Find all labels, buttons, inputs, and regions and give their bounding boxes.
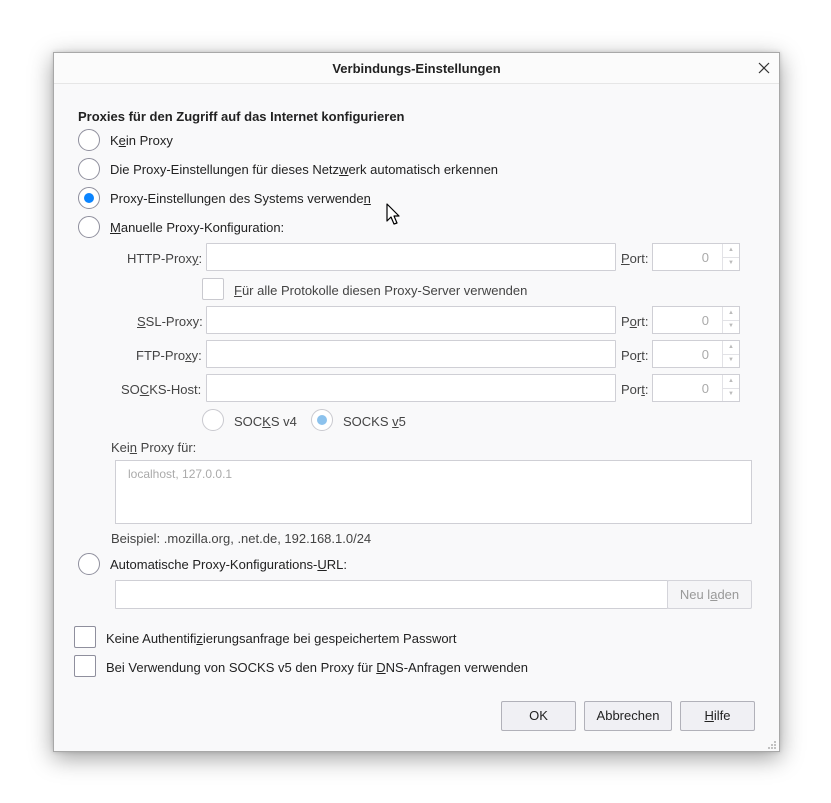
ssl-proxy-input[interactable] — [206, 306, 616, 334]
spin-down-icon[interactable]: ▼ — [723, 257, 739, 270]
auto-config-url-label[interactable]: Automatische Proxy-Konfigurations-URL: — [110, 557, 347, 572]
system-proxy-radio[interactable] — [78, 187, 100, 209]
socks-port-spinner[interactable]: ▲ ▼ — [722, 375, 739, 401]
http-port-label: Port: — [621, 251, 649, 266]
close-icon[interactable] — [755, 59, 773, 77]
ftp-proxy-label: FTP-Proxy: — [136, 348, 202, 363]
socks-host-label: SOCKS-Host: — [121, 382, 202, 397]
socks-port-value: 0 — [701, 381, 709, 396]
no-proxy-radio[interactable] — [78, 129, 100, 151]
spin-up-icon[interactable]: ▲ — [723, 244, 739, 258]
no-auth-prompt-label[interactable]: Keine Authentifizierungsanfrage bei gesp… — [106, 631, 457, 646]
auto-config-url-radio[interactable] — [78, 553, 100, 575]
connection-settings-dialog: Verbindungs-Einstellungen Proxies für de… — [53, 52, 780, 752]
auto-detect-radio[interactable] — [78, 158, 100, 180]
ftp-port-input[interactable]: 0 ▲ ▼ — [652, 340, 740, 368]
ssl-proxy-label: SSL-Proxy: — [137, 314, 203, 329]
socks-port-label: Port: — [621, 382, 649, 397]
no-proxy-for-textarea[interactable]: localhost, 127.0.0.1 — [115, 460, 752, 524]
manual-proxy-label[interactable]: Manuelle Proxy-Konfiguration: — [110, 220, 284, 235]
ftp-proxy-input[interactable] — [206, 340, 616, 368]
spin-up-icon[interactable]: ▲ — [723, 307, 739, 321]
ftp-port-label: Port: — [621, 348, 649, 363]
help-button[interactable]: Hilfe — [680, 701, 755, 731]
no-proxy-label[interactable]: Kein Proxy — [110, 133, 173, 148]
auto-config-url-input[interactable] — [115, 580, 668, 609]
http-proxy-label: HTTP-Proxy: — [127, 251, 203, 266]
spin-up-icon[interactable]: ▲ — [723, 375, 739, 389]
ssl-port-value: 0 — [701, 313, 709, 328]
ssl-port-spinner[interactable]: ▲ ▼ — [722, 307, 739, 333]
spin-down-icon[interactable]: ▼ — [723, 354, 739, 367]
mouse-pointer-icon — [386, 203, 400, 225]
auto-detect-label[interactable]: Die Proxy-Einstellungen für dieses Netzw… — [110, 162, 498, 177]
no-proxy-example: Beispiel: .mozilla.org, .net.de, 192.168… — [111, 531, 372, 546]
reload-button[interactable]: Neu laden — [667, 580, 752, 609]
socks-v4-label[interactable]: SOCKS v4 — [234, 414, 297, 429]
ftp-port-value: 0 — [701, 347, 709, 362]
no-proxy-for-label: Kein Proxy für: — [111, 440, 197, 455]
system-proxy-label[interactable]: Proxy-Einstellungen des Systems verwende… — [110, 191, 371, 206]
no-auth-prompt-checkbox[interactable] — [74, 626, 96, 648]
dialog-title: Verbindungs-Einstellungen — [332, 61, 501, 76]
share-proxy-checkbox[interactable] — [202, 278, 224, 300]
http-port-value: 0 — [701, 250, 709, 265]
cancel-button[interactable]: Abbrechen — [584, 701, 672, 731]
share-proxy-label[interactable]: Für alle Protokolle diesen Proxy-Server … — [234, 283, 527, 298]
manual-proxy-radio[interactable] — [78, 216, 100, 238]
ftp-port-spinner[interactable]: ▲ ▼ — [722, 341, 739, 367]
section-heading: Proxies für den Zugriff auf das Internet… — [78, 109, 405, 124]
http-port-spinner[interactable]: ▲ ▼ — [722, 244, 739, 270]
resize-grip-icon[interactable] — [766, 739, 777, 750]
socks-host-input[interactable] — [206, 374, 616, 402]
dialog-titlebar: Verbindungs-Einstellungen — [54, 53, 779, 84]
spin-down-icon[interactable]: ▼ — [723, 388, 739, 401]
socks-v5-radio[interactable] — [311, 409, 333, 431]
socks-port-input[interactable]: 0 ▲ ▼ — [652, 374, 740, 402]
socks-dns-checkbox[interactable] — [74, 655, 96, 677]
socks-dns-label[interactable]: Bei Verwendung von SOCKS v5 den Proxy fü… — [106, 660, 528, 675]
spin-up-icon[interactable]: ▲ — [723, 341, 739, 355]
no-proxy-for-placeholder: localhost, 127.0.0.1 — [128, 467, 233, 481]
socks-v5-label[interactable]: SOCKS v5 — [343, 414, 406, 429]
http-port-input[interactable]: 0 ▲ ▼ — [652, 243, 740, 271]
ok-button[interactable]: OK — [501, 701, 576, 731]
spin-down-icon[interactable]: ▼ — [723, 320, 739, 333]
ssl-port-input[interactable]: 0 ▲ ▼ — [652, 306, 740, 334]
http-proxy-input[interactable] — [206, 243, 616, 271]
ssl-port-label: Port: — [621, 314, 649, 329]
socks-v4-radio[interactable] — [202, 409, 224, 431]
